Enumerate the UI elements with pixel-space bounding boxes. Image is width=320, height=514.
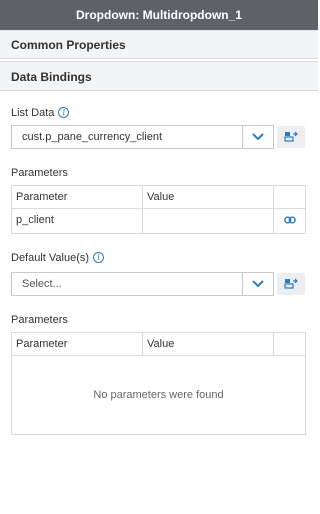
list-data-label-text: List Data — [11, 107, 55, 119]
default-values-placeholder: Select... — [22, 278, 62, 290]
chevron-down-icon[interactable] — [242, 273, 273, 295]
list-data-label: List Data i — [11, 107, 70, 119]
column-header-value: Value — [143, 186, 274, 208]
data-source-icon — [284, 131, 298, 142]
chevron-down-icon[interactable] — [242, 126, 273, 148]
list-data-value: cust.p_pane_currency_client — [22, 131, 163, 143]
empty-message: No parameters were found — [93, 389, 224, 401]
column-header-parameter: Parameter — [12, 333, 143, 355]
parameters-label: Parameters — [11, 314, 68, 326]
info-icon[interactable]: i — [93, 252, 105, 263]
section-data-bindings[interactable]: Data Bindings — [0, 61, 318, 91]
list-data-source-button[interactable] — [277, 126, 305, 148]
value-cell[interactable] — [143, 209, 274, 233]
link-button[interactable] — [274, 209, 306, 233]
list-data-dropdown[interactable]: cust.p_pane_currency_client — [11, 125, 274, 149]
default-values-label-text: Default Value(s) — [11, 252, 90, 264]
info-icon[interactable]: i — [58, 107, 70, 118]
parameters-label: Parameters — [11, 167, 68, 179]
table-header: Parameter Value — [12, 333, 305, 356]
default-values-source-button[interactable] — [277, 273, 305, 295]
default-values-label: Default Value(s) i — [11, 252, 105, 264]
column-header-action — [274, 186, 306, 208]
section-common-properties[interactable]: Common Properties — [0, 30, 318, 59]
default-values-dropdown[interactable]: Select... — [11, 272, 274, 296]
data-source-icon — [284, 278, 298, 289]
column-header-action — [274, 333, 306, 355]
table-header: Parameter Value — [12, 186, 305, 209]
table-row[interactable]: p_client — [12, 209, 305, 233]
column-header-value: Value — [143, 333, 274, 355]
link-icon — [284, 216, 296, 224]
parameters-table: Parameter Value p_client — [11, 185, 306, 234]
parameters-table: Parameter Value No parameters were found — [11, 332, 306, 435]
window-title: Dropdown: Multidropdown_1 — [0, 0, 318, 30]
column-header-parameter: Parameter — [12, 186, 143, 208]
parameter-cell: p_client — [12, 209, 143, 233]
